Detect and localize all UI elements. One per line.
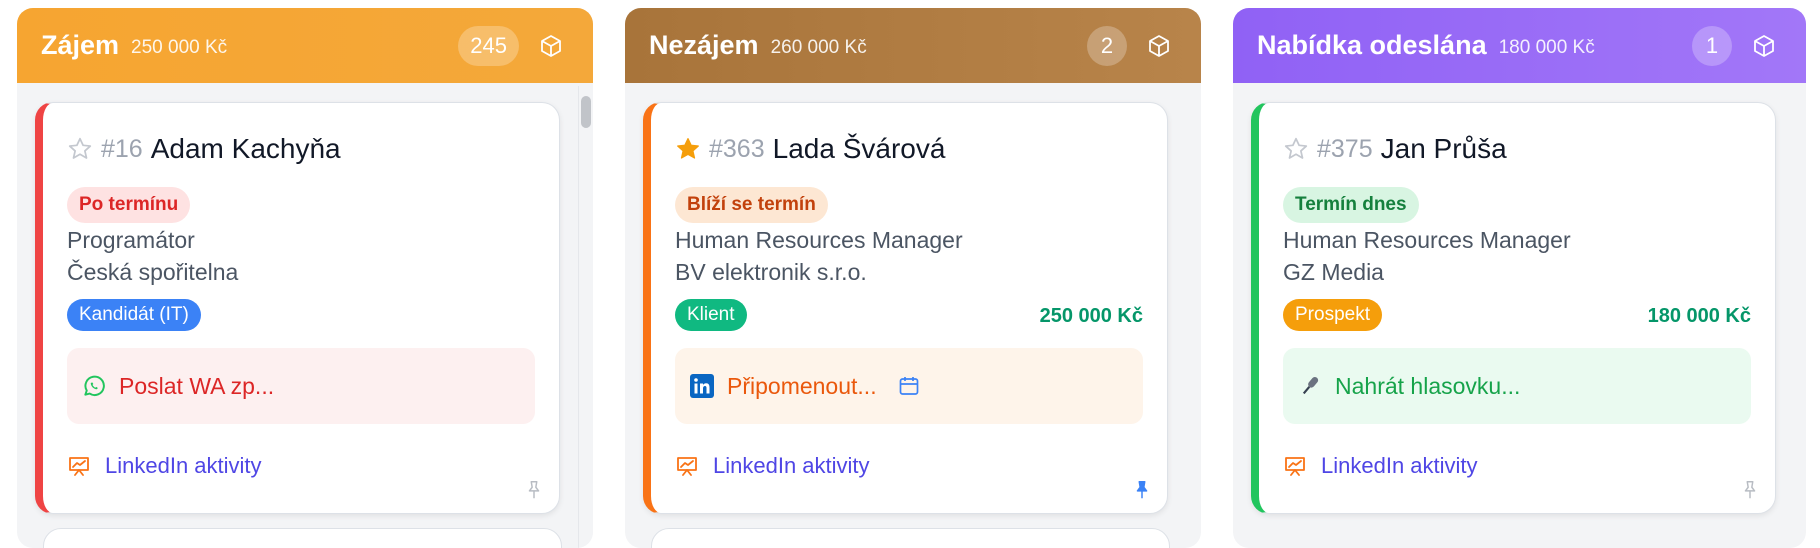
lead-number: #363	[709, 134, 765, 163]
lead-card[interactable]: #375 Jan Průša Termín dnes Human Resourc…	[1251, 102, 1776, 514]
lead-company: Česká spořitelna	[67, 259, 239, 285]
lead-number: #16	[101, 134, 143, 163]
column-zajem: Zájem 250 000 Kč 245 #16 Adam Kachyňa Po…	[17, 8, 593, 548]
star-filled-icon[interactable]	[675, 136, 701, 162]
lead-card[interactable]	[43, 528, 562, 548]
linkedin-icon	[689, 373, 715, 399]
lead-name[interactable]: Lada Švárová	[773, 133, 946, 165]
column-amount: 180 000 Kč	[1498, 36, 1595, 58]
linkedin-activity-link[interactable]: LinkedIn aktivity	[1283, 453, 1478, 479]
lead-card[interactable]: #363 Lada Švárová Blíží se termín Human …	[643, 102, 1168, 514]
presentation-chart-icon	[1285, 457, 1305, 476]
column-count-badge: 1	[1692, 25, 1732, 66]
pin-filled-icon[interactable]	[1131, 479, 1153, 501]
lead-role: Programátor	[67, 227, 195, 253]
lead-name[interactable]: Adam Kachyňa	[151, 133, 341, 165]
next-action-box[interactable]: Připomenout...	[675, 348, 1143, 424]
status-badge: Termín dnes	[1283, 187, 1419, 223]
type-badge: Prospekt	[1283, 299, 1382, 331]
lead-number: #375	[1317, 134, 1373, 163]
column-amount: 250 000 Kč	[131, 36, 228, 58]
lead-card[interactable]	[651, 528, 1170, 548]
star-outline-icon[interactable]	[67, 136, 93, 162]
activity-label: LinkedIn aktivity	[713, 453, 870, 478]
type-badge: Kandidát (IT)	[67, 299, 201, 331]
pin-outline-icon[interactable]	[1739, 479, 1761, 501]
presentation-chart-icon	[677, 457, 697, 476]
lead-role: Human Resources Manager	[1283, 227, 1571, 253]
linkedin-activity-link[interactable]: LinkedIn aktivity	[675, 453, 870, 479]
column-title: Zájem	[41, 30, 120, 60]
linkedin-activity-link[interactable]: LinkedIn aktivity	[67, 453, 262, 479]
next-action-box[interactable]: Nahrát hlasovku...	[1283, 348, 1751, 424]
column-title: Nezájem	[649, 30, 759, 60]
whatsapp-icon	[81, 373, 107, 399]
status-badge: Po termínu	[67, 187, 191, 223]
cube-icon[interactable]	[537, 32, 565, 60]
activity-label: LinkedIn aktivity	[105, 453, 262, 478]
column-header: Nabídka odeslána 180 000 Kč 1	[1233, 8, 1806, 83]
type-badge: Klient	[675, 299, 747, 331]
column-nezajem: Nezájem 260 000 Kč 2 #363 Lada Švárová B…	[625, 8, 1201, 548]
scrollbar-thumb[interactable]	[581, 96, 591, 128]
presentation-chart-icon	[69, 457, 89, 476]
column-nabidka-odeslana: Nabídka odeslána 180 000 Kč 1 #375 Jan P…	[1233, 8, 1806, 548]
lead-name[interactable]: Jan Průša	[1381, 133, 1507, 165]
column-title: Nabídka odeslána	[1257, 30, 1487, 60]
activity-label: LinkedIn aktivity	[1321, 453, 1478, 478]
next-action-text: Nahrát hlasovku...	[1335, 372, 1521, 399]
column-count-badge: 2	[1087, 25, 1127, 66]
cube-icon[interactable]	[1145, 32, 1173, 60]
lead-company: GZ Media	[1283, 259, 1384, 285]
deal-value: 250 000 Kč	[1039, 305, 1143, 327]
column-header: Nezájem 260 000 Kč 2	[625, 8, 1201, 83]
calendar-icon[interactable]	[897, 374, 921, 398]
lead-company: BV elektronik s.r.o.	[675, 259, 867, 285]
column-count-badge: 245	[458, 25, 519, 66]
microphone-icon	[1297, 373, 1323, 399]
next-action-text: Poslat WA zp...	[119, 372, 275, 399]
lead-role: Human Resources Manager	[675, 227, 963, 253]
next-action-text: Připomenout...	[727, 372, 877, 399]
pin-outline-icon[interactable]	[523, 479, 545, 501]
column-header: Zájem 250 000 Kč 245	[17, 8, 593, 83]
deal-value: 180 000 Kč	[1647, 305, 1751, 327]
column-amount: 260 000 Kč	[770, 36, 867, 58]
lead-card[interactable]: #16 Adam Kachyňa Po termínu Programátor …	[35, 102, 560, 514]
star-outline-icon[interactable]	[1283, 136, 1309, 162]
scrollbar[interactable]	[578, 86, 593, 548]
next-action-box[interactable]: Poslat WA zp...	[67, 348, 535, 424]
cube-icon[interactable]	[1750, 32, 1778, 60]
status-badge: Blíží se termín	[675, 187, 828, 223]
